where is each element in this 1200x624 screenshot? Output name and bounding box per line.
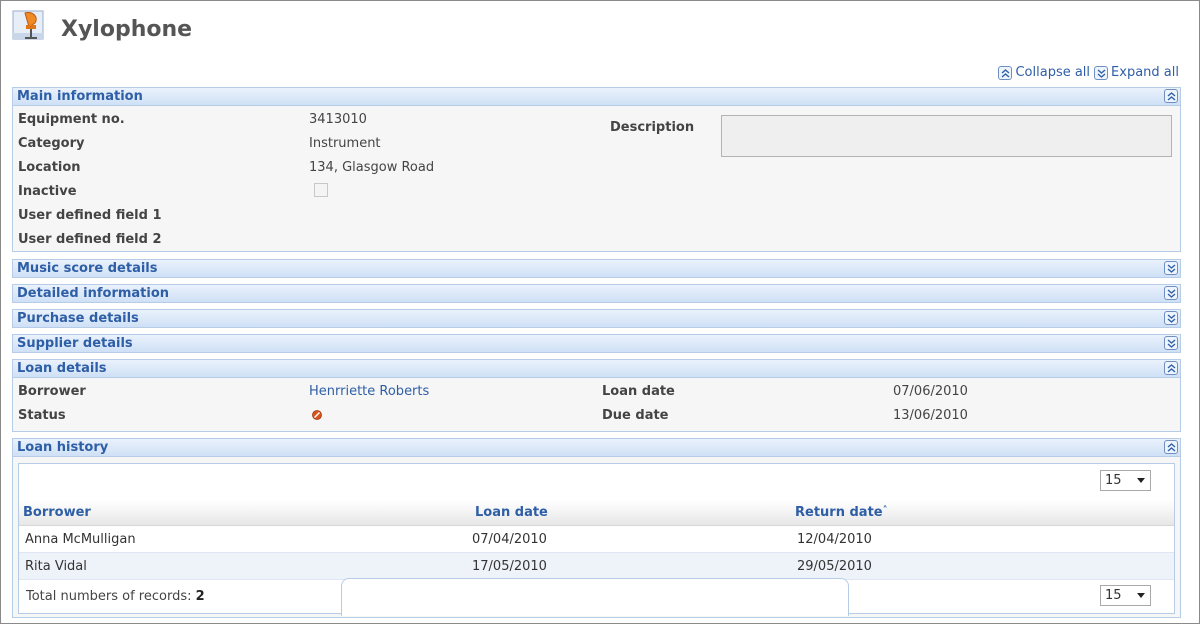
loan-date-label: Loan date: [602, 384, 675, 399]
table-row: Rita Vidal 17/05/2010 29/05/2010: [19, 553, 1174, 580]
return-date-label: Return date: [795, 505, 883, 520]
column-header-loan-date[interactable]: Loan date: [475, 505, 548, 520]
page-size-value: 15: [1105, 588, 1122, 603]
expand-section-icon[interactable]: [1164, 311, 1178, 325]
description-field: [721, 115, 1172, 157]
inactive-label: Inactive: [18, 184, 77, 199]
grid-footer-notch: [341, 578, 849, 616]
main-information-header[interactable]: Main information: [13, 88, 1180, 106]
page-size-select-top[interactable]: 15: [1100, 470, 1151, 491]
page-size-select-bottom[interactable]: 15: [1100, 585, 1151, 606]
status-label: Status: [18, 408, 66, 423]
detailed-information-header[interactable]: Detailed information: [13, 285, 1180, 302]
due-date-label: Due date: [602, 408, 669, 423]
equipment-no-label: Equipment no.: [18, 112, 125, 127]
supplier-details-title: Supplier details: [17, 336, 133, 351]
detailed-information-panel: Detailed information: [12, 284, 1181, 303]
expand-section-icon[interactable]: [1164, 286, 1178, 300]
expand-collapse-toolbar: Collapse all Expand all: [998, 65, 1179, 80]
detailed-information-title: Detailed information: [17, 286, 170, 301]
overdue-status-icon: [312, 410, 322, 420]
collapse-section-icon[interactable]: [1164, 440, 1178, 454]
table-row: Anna McMulligan 07/04/2010 12/04/2010: [19, 526, 1174, 553]
total-records-value: 2: [195, 589, 205, 604]
location-label: Location: [18, 160, 81, 175]
music-score-details-header[interactable]: Music score details: [13, 260, 1180, 277]
row-loan-date: 07/04/2010: [472, 532, 547, 547]
expand-section-icon[interactable]: [1164, 336, 1178, 350]
inactive-checkbox[interactable]: [314, 183, 328, 197]
window-frame: Xylophone Collapse all Expand all Main i…: [0, 0, 1200, 624]
category-label: Category: [18, 136, 85, 151]
music-score-details-title: Music score details: [17, 261, 158, 276]
location-value: 134, Glasgow Road: [309, 160, 435, 175]
grid-header-row: Borrower Loan date Return date˄: [19, 500, 1174, 526]
main-information-title: Main information: [17, 89, 143, 104]
expand-all-icon: [1094, 65, 1109, 80]
dropdown-arrow-icon: [1137, 593, 1145, 598]
borrower-label: Borrower: [18, 384, 86, 399]
row-borrower-link[interactable]: Anna McMulligan: [25, 532, 136, 547]
expand-section-icon[interactable]: [1164, 261, 1178, 275]
purchase-details-title: Purchase details: [17, 311, 139, 326]
equipment-no-value: 3413010: [309, 112, 367, 127]
collapse-all-icon: [998, 65, 1013, 80]
column-header-return-date[interactable]: Return date˄: [795, 505, 888, 520]
total-records: Total numbers of records: 2: [26, 589, 205, 604]
row-return-date: 29/05/2010: [797, 559, 872, 574]
collapse-all-label: Collapse all: [1015, 65, 1091, 80]
purchase-details-panel: Purchase details: [12, 309, 1181, 328]
expand-all-link[interactable]: Expand all: [1094, 65, 1179, 80]
loan-details-title: Loan details: [17, 361, 107, 376]
expand-all-label: Expand all: [1111, 65, 1179, 80]
category-value: Instrument: [309, 136, 381, 151]
loan-history-header[interactable]: Loan history: [13, 439, 1180, 457]
sort-ascending-icon: ˄: [882, 505, 888, 516]
row-borrower-link[interactable]: Rita Vidal: [25, 559, 87, 574]
dropdown-arrow-icon: [1137, 478, 1145, 483]
supplier-details-panel: Supplier details: [12, 334, 1181, 353]
row-loan-date: 17/05/2010: [472, 559, 547, 574]
loan-history-grid: 15 Borrower Loan date Return date˄ Anna …: [18, 463, 1175, 616]
page-title: Xylophone: [61, 17, 193, 42]
supplier-details-header[interactable]: Supplier details: [13, 335, 1180, 352]
user-defined-field-2-label: User defined field 2: [18, 232, 162, 247]
description-label: Description: [610, 120, 695, 135]
loan-details-header[interactable]: Loan details: [13, 360, 1180, 378]
collapse-section-icon[interactable]: [1164, 361, 1178, 375]
main-information-panel: Main information Equipment no. 3413010 C…: [12, 87, 1181, 252]
loan-history-title: Loan history: [17, 440, 109, 455]
borrower-link[interactable]: Henrriette Roberts: [309, 384, 429, 399]
due-date-value: 13/06/2010: [893, 408, 968, 423]
page-size-value: 15: [1105, 473, 1122, 488]
purchase-details-header[interactable]: Purchase details: [13, 310, 1180, 327]
user-defined-field-1-label: User defined field 1: [18, 208, 162, 223]
row-return-date: 12/04/2010: [797, 532, 872, 547]
collapse-section-icon[interactable]: [1164, 89, 1178, 103]
loan-history-panel: Loan history 15 Borrower Loan date Retur…: [12, 438, 1181, 618]
equipment-chair-icon: [12, 10, 44, 40]
column-header-borrower[interactable]: Borrower: [23, 505, 91, 520]
loan-date-value: 07/06/2010: [893, 384, 968, 399]
music-score-details-panel: Music score details: [12, 259, 1181, 278]
collapse-all-link[interactable]: Collapse all: [998, 65, 1090, 80]
loan-details-panel: Loan details Borrower Henrriette Roberts…: [12, 359, 1181, 432]
total-records-label: Total numbers of records:: [26, 589, 192, 604]
